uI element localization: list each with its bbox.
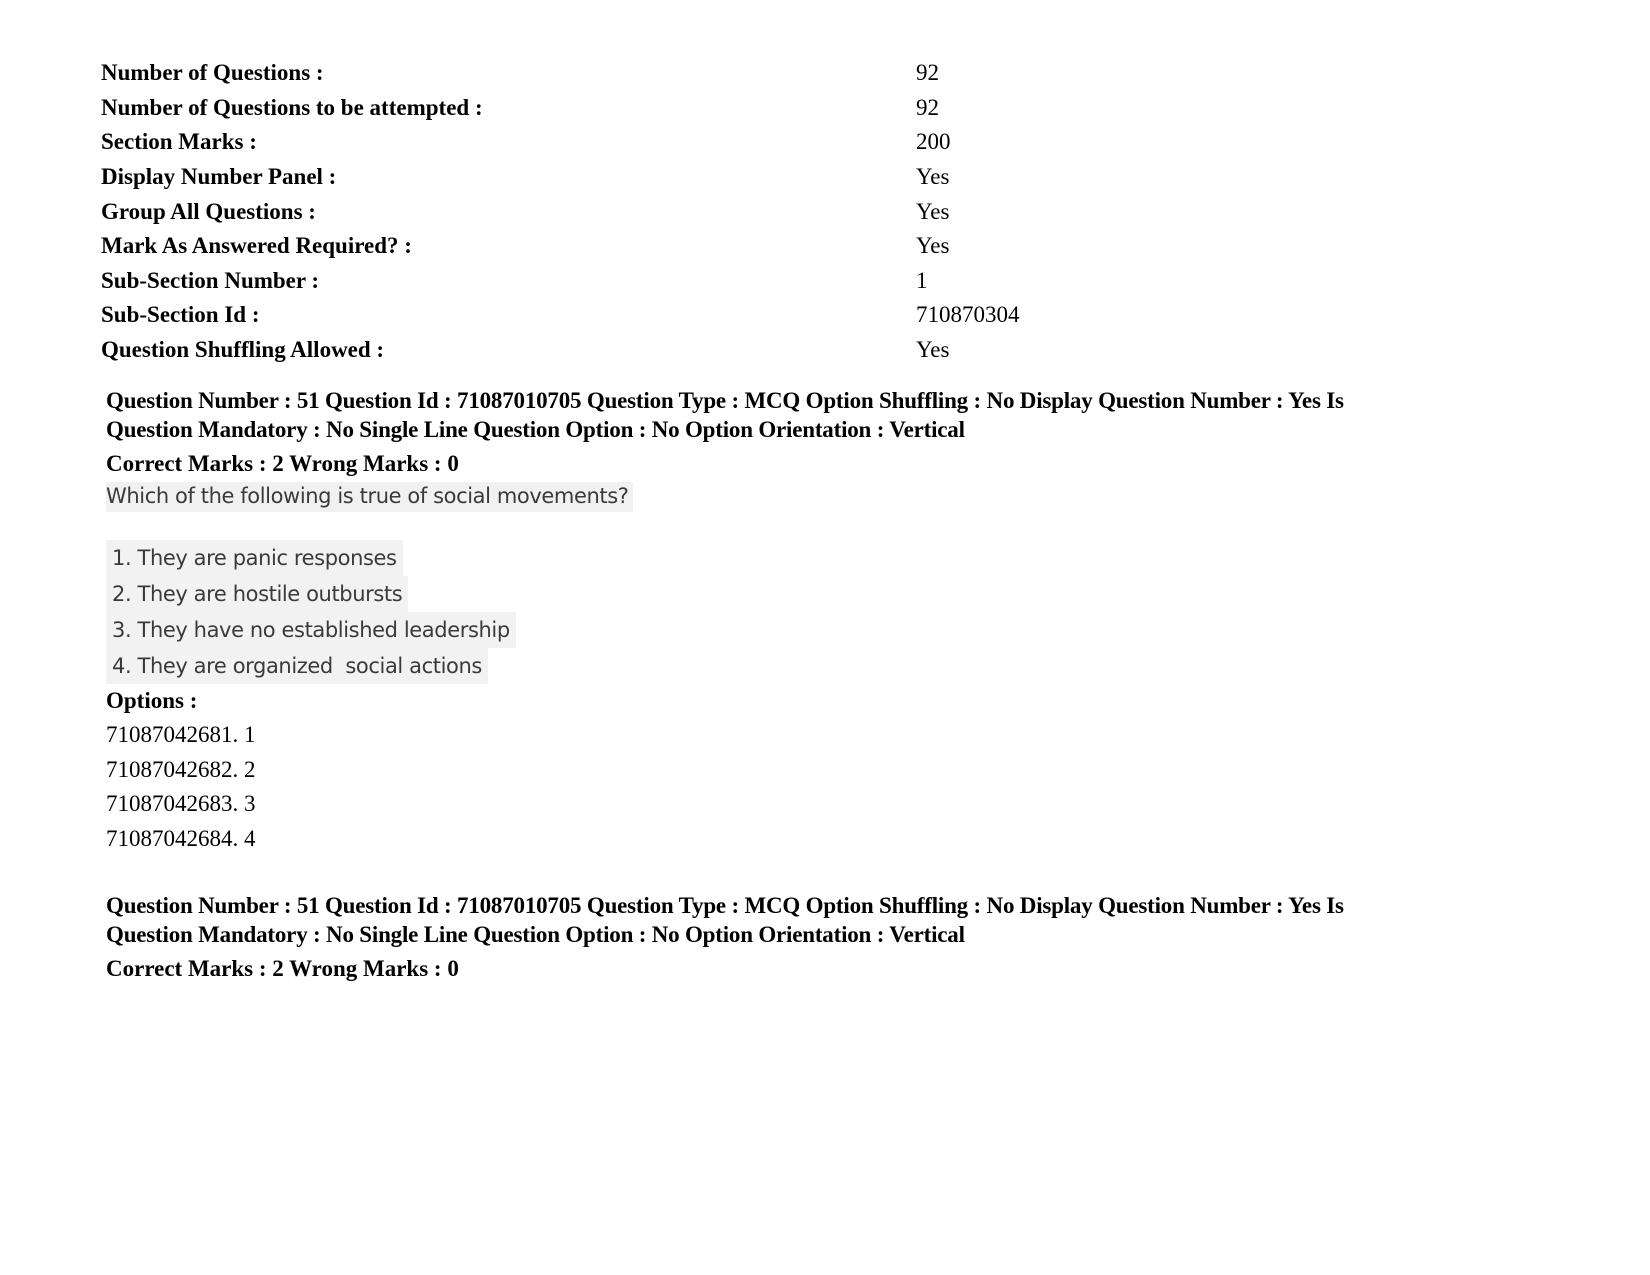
section-info-table: Number of Questions : 92 Number of Quest…: [101, 56, 1020, 367]
question-choice: 1. They are panic responses: [106, 540, 403, 576]
info-label: Sub-Section Id :: [101, 302, 260, 328]
section-info-row: Number of Questions : 92: [101, 56, 1020, 91]
question-choice: 3. They have no established leadership: [106, 612, 516, 648]
info-label: Number of Questions to be attempted :: [101, 94, 483, 120]
info-value: 1: [916, 267, 928, 293]
info-label: Group All Questions :: [101, 198, 316, 224]
options-title: Options :: [106, 688, 198, 713]
info-label: Sub-Section Number :: [101, 267, 320, 293]
option-item: 71087042684. 4: [106, 825, 256, 851]
section-info-row: Sub-Section Number : 1: [101, 264, 1020, 299]
section-info-row: Mark As Answered Required? : Yes: [101, 229, 1020, 264]
info-value: 92: [916, 94, 939, 120]
question-header-line: Question Mandatory : No Single Line Ques…: [106, 416, 965, 442]
section-info-row: Section Marks : 200: [101, 125, 1020, 160]
question-block: Question Number : 51 Question Id : 71087…: [106, 892, 1526, 983]
section-info-row: Number of Questions to be attempted : 92: [101, 91, 1020, 126]
question-header-line: Question Number : 51 Question Id : 71087…: [106, 893, 1344, 918]
question-header-line: Question Mandatory : No Single Line Ques…: [106, 921, 965, 947]
option-item: 71087042683. 3: [106, 791, 256, 816]
question-image: Which of the following is true of social…: [106, 482, 633, 684]
info-label: Mark As Answered Required? :: [101, 233, 412, 259]
info-label: Display Number Panel :: [101, 164, 337, 190]
question-stem: Which of the following is true of social…: [106, 482, 633, 512]
question-marks: Correct Marks : 2 Wrong Marks : 0: [106, 451, 459, 476]
info-label: Number of Questions :: [101, 60, 324, 86]
section-info-row: Group All Questions : Yes: [101, 194, 1020, 229]
info-value: Yes: [916, 198, 950, 224]
section-info-row: Sub-Section Id : 710870304: [101, 298, 1020, 333]
question-block: Question Number : 51 Question Id : 71087…: [106, 387, 1526, 856]
info-label: Question Shuffling Allowed :: [101, 337, 385, 363]
info-value: Yes: [916, 337, 950, 363]
question-choices: 1. They are panic responses 2. They are …: [106, 540, 633, 684]
question-marks: Correct Marks : 2 Wrong Marks : 0: [106, 956, 459, 981]
question-choice: 4. They are organized social actions: [106, 648, 488, 684]
info-value: 92: [916, 60, 939, 86]
info-label: Section Marks :: [101, 129, 257, 155]
section-info-row: Display Number Panel : Yes: [101, 160, 1020, 195]
question-header-line: Question Number : 51 Question Id : 71087…: [106, 388, 1344, 413]
option-item: 71087042682. 2: [106, 756, 256, 782]
info-value: Yes: [916, 164, 950, 190]
info-value: Yes: [916, 233, 950, 259]
section-info-row: Question Shuffling Allowed : Yes: [101, 333, 1020, 368]
info-value: 710870304: [916, 302, 1020, 328]
info-value: 200: [916, 129, 951, 155]
option-item: 71087042681. 1: [106, 722, 256, 747]
question-choice: 2. They are hostile outbursts: [106, 576, 409, 612]
